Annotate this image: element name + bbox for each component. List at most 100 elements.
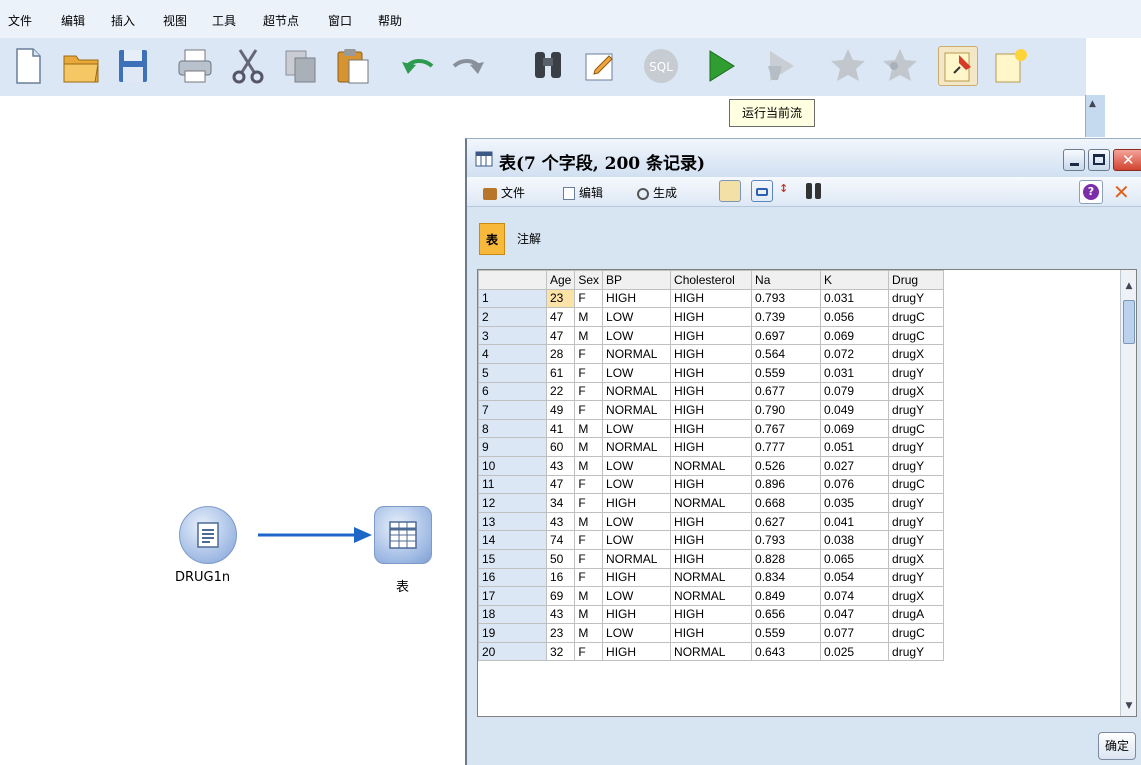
table-cell[interactable]: NORMAL — [602, 400, 672, 420]
table-cell[interactable]: 0.051 — [820, 437, 890, 457]
table-cell[interactable]: 16 — [545, 567, 576, 588]
table-cell[interactable]: 50 — [545, 548, 576, 569]
table-cell[interactable]: M — [574, 455, 604, 476]
table-cell[interactable]: HIGH — [670, 474, 753, 495]
menu-supernode[interactable]: 超节点 — [263, 12, 299, 29]
table-cell[interactable]: LOW — [602, 362, 672, 383]
row-number[interactable]: 6 — [478, 381, 547, 402]
table-cell[interactable]: drugY — [888, 288, 945, 309]
column-header[interactable]: BP — [602, 270, 672, 290]
table-cell[interactable]: HIGH — [670, 418, 753, 439]
table-cell[interactable]: 0.079 — [820, 381, 890, 402]
row-number[interactable]: 17 — [478, 586, 547, 606]
table-cell[interactable]: 0.777 — [751, 437, 822, 457]
find-icon[interactable] — [528, 46, 568, 86]
new-note-icon[interactable] — [990, 46, 1030, 86]
table-cell[interactable]: HIGH — [670, 307, 753, 327]
table-cell[interactable]: HIGH — [670, 530, 753, 550]
table-cell[interactable]: 0.049 — [820, 400, 890, 420]
table-cell[interactable]: F — [574, 288, 604, 309]
print-table-icon[interactable] — [751, 180, 773, 202]
row-number[interactable]: 8 — [478, 418, 547, 439]
row-number[interactable]: 20 — [478, 641, 547, 662]
table-cell[interactable]: M — [574, 325, 604, 346]
table-cell[interactable]: HIGH — [602, 288, 672, 309]
table-row[interactable]: 17 69 M LOW NORMAL 0.849 0.074 drugX — [478, 586, 945, 606]
table-cell[interactable]: drugY — [888, 400, 945, 420]
table-cell[interactable]: NORMAL — [670, 567, 753, 588]
table-cell[interactable]: F — [574, 567, 604, 588]
close-output-button[interactable]: ✕ — [1109, 180, 1135, 204]
table-cell[interactable]: drugX — [888, 548, 945, 569]
table-cell[interactable]: HIGH — [670, 548, 753, 569]
ok-button[interactable]: 确定 — [1098, 732, 1136, 760]
table-cell[interactable]: drugX — [888, 344, 945, 364]
grid-vertical-scrollbar[interactable]: ▲ ▼ — [1120, 270, 1136, 716]
run-icon[interactable] — [700, 46, 740, 86]
table-row[interactable]: 16 16 F HIGH NORMAL 0.834 0.054 drugY — [478, 567, 945, 588]
table-cell[interactable]: HIGH — [602, 567, 672, 588]
table-cell[interactable]: HIGH — [670, 381, 753, 402]
row-number[interactable]: 3 — [478, 325, 547, 346]
table-cell[interactable]: HIGH — [670, 362, 753, 383]
table-cell[interactable]: M — [574, 604, 604, 625]
table-cell[interactable]: 0.076 — [820, 474, 890, 495]
table-cell[interactable]: 47 — [545, 307, 576, 327]
paste-icon[interactable] — [333, 46, 373, 86]
table-cell[interactable]: 0.656 — [751, 604, 822, 625]
table-cell[interactable]: HIGH — [670, 325, 753, 346]
table-cell[interactable]: NORMAL — [670, 641, 753, 662]
column-header[interactable]: Sex — [574, 270, 604, 290]
table-row[interactable]: 11 47 F LOW HIGH 0.896 0.076 drugC — [478, 474, 945, 495]
table-cell[interactable]: 0.896 — [751, 474, 822, 495]
table-cell[interactable]: LOW — [602, 530, 672, 550]
table-cell[interactable]: 0.564 — [751, 344, 822, 364]
table-cell[interactable]: M — [574, 307, 604, 327]
table-cell[interactable]: 0.668 — [751, 493, 822, 513]
table-cell[interactable]: LOW — [602, 455, 672, 476]
table-cell[interactable]: drugC — [888, 307, 945, 327]
table-cell[interactable]: NORMAL — [670, 586, 753, 606]
table-row[interactable]: 2 47 M LOW HIGH 0.739 0.056 drugC — [478, 307, 945, 327]
maximize-button[interactable] — [1088, 149, 1110, 171]
table-row[interactable]: 7 49 F NORMAL HIGH 0.790 0.049 drugY — [478, 400, 945, 420]
table-row[interactable]: 15 50 F NORMAL HIGH 0.828 0.065 drugX — [478, 548, 945, 569]
table-cell[interactable]: 0.643 — [751, 641, 822, 662]
copy-icon[interactable] — [281, 46, 321, 86]
table-cell[interactable]: F — [574, 548, 604, 569]
print-icon[interactable] — [175, 46, 215, 86]
table-cell[interactable]: 0.041 — [820, 511, 890, 532]
table-cell[interactable]: 0.739 — [751, 307, 822, 327]
table-cell[interactable]: M — [574, 511, 604, 532]
table-cell[interactable]: 69 — [545, 586, 576, 606]
row-number-header[interactable] — [478, 270, 547, 290]
sort-icon[interactable]: ↕ — [777, 180, 799, 202]
table-cell[interactable]: 0.697 — [751, 325, 822, 346]
table-cell[interactable]: 0.834 — [751, 567, 822, 588]
table-cell[interactable]: 0.056 — [820, 307, 890, 327]
table-find-icon[interactable] — [803, 180, 825, 202]
table-cell[interactable]: HIGH — [670, 604, 753, 625]
grid-scroll-thumb[interactable] — [1123, 300, 1135, 344]
table-cell[interactable]: HIGH — [670, 288, 753, 309]
menu-tools[interactable]: 工具 — [212, 12, 236, 29]
save-icon[interactable] — [113, 46, 153, 86]
table-row[interactable]: 20 32 F HIGH NORMAL 0.643 0.025 drugY — [478, 641, 945, 662]
table-cell[interactable]: 0.767 — [751, 418, 822, 439]
table-cell[interactable]: 0.849 — [751, 586, 822, 606]
row-number[interactable]: 4 — [478, 344, 547, 364]
table-cell[interactable]: 0.526 — [751, 455, 822, 476]
table-cell[interactable]: 41 — [545, 418, 576, 439]
table-cell[interactable]: HIGH — [602, 493, 672, 513]
table-cell[interactable]: HIGH — [670, 623, 753, 643]
table-cell[interactable]: 28 — [545, 344, 576, 364]
table-cell[interactable]: 47 — [545, 474, 576, 495]
table-cell[interactable]: drugA — [888, 604, 945, 625]
table-cell[interactable]: HIGH — [670, 437, 753, 457]
table-cell[interactable]: 43 — [545, 455, 576, 476]
row-number[interactable]: 10 — [478, 455, 547, 476]
row-number[interactable]: 12 — [478, 493, 547, 513]
table-row[interactable]: 9 60 M NORMAL HIGH 0.777 0.051 drugY — [478, 437, 945, 457]
pin-icon[interactable] — [938, 46, 978, 86]
table-cell[interactable]: NORMAL — [602, 344, 672, 364]
